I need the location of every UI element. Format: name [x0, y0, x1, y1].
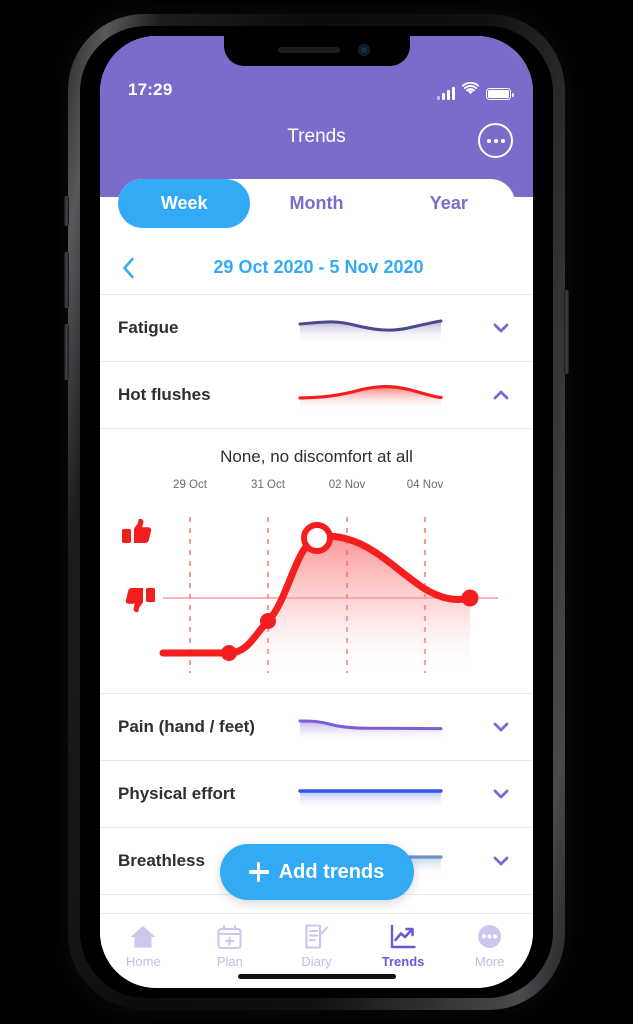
- volume-down-button[interactable]: [64, 324, 69, 380]
- more-options-icon[interactable]: [478, 123, 513, 158]
- power-button[interactable]: [564, 290, 569, 374]
- volume-up-button[interactable]: [64, 252, 69, 308]
- notch: [223, 36, 410, 66]
- chevron-down-icon[interactable]: [491, 784, 511, 804]
- diary-icon: [303, 923, 330, 950]
- chevron-down-icon[interactable]: [491, 717, 511, 737]
- trend-name: Physical effort: [118, 784, 236, 803]
- data-point: [221, 645, 237, 661]
- mute-switch[interactable]: [64, 196, 69, 226]
- trend-row-pain[interactable]: Pain (hand / feet): [100, 694, 533, 761]
- chevron-left-icon[interactable]: [100, 256, 156, 280]
- chevron-down-icon[interactable]: [491, 318, 511, 338]
- trends-icon: [389, 923, 417, 950]
- home-icon: [129, 923, 157, 950]
- sparkline-pain: [298, 710, 443, 744]
- page-title: Trends: [287, 126, 346, 147]
- earpiece-speaker: [277, 47, 340, 53]
- tab-label: Plan: [216, 954, 243, 969]
- x-tick-label: 31 Oct: [251, 479, 285, 491]
- status-bar-time: 17:29: [128, 80, 173, 99]
- chart-plot-area[interactable]: [100, 501, 533, 681]
- battery-icon: [486, 88, 514, 100]
- phone-screen: 17:29 Trends Week Month Year 29 Oct 2020…: [100, 36, 533, 988]
- date-navigation: 29 Oct 2020 - 5 Nov 2020: [100, 241, 533, 295]
- trend-row-physical-effort[interactable]: Physical effort: [100, 761, 533, 828]
- trend-row-fatigue[interactable]: Fatigue: [100, 295, 533, 362]
- app-header: 17:29 Trends: [100, 36, 533, 197]
- tab-trends[interactable]: Trends: [360, 923, 447, 969]
- x-tick-label: 04 Nov: [406, 479, 444, 491]
- sparkline-hot-flushes: [298, 378, 443, 412]
- dot: [486, 138, 491, 143]
- signal-bars-icon: [437, 87, 455, 100]
- tab-home[interactable]: Home: [100, 923, 187, 969]
- data-point: [260, 613, 276, 629]
- trends-list[interactable]: 29 Oct 2020 - 5 Nov 2020 Fatigue Hot flu…: [100, 241, 533, 913]
- chart-caption: None, no discomfort at all: [220, 447, 413, 466]
- add-trends-button[interactable]: Add trends: [219, 844, 414, 900]
- expanded-chart-hot-flushes: None, no discomfort at all 29 Oct 31 Oct…: [100, 429, 533, 694]
- tab-more[interactable]: More: [446, 923, 533, 969]
- front-camera-icon: [357, 44, 370, 56]
- period-segment-control[interactable]: Week Month Year: [118, 179, 515, 228]
- x-tick-label: 29 Oct: [173, 479, 207, 491]
- tab-label: Diary: [301, 954, 332, 969]
- wifi-icon: [461, 81, 480, 100]
- selected-data-point: [301, 522, 333, 554]
- tab-plan[interactable]: Plan: [187, 923, 274, 969]
- sparkline-fatigue: [298, 311, 443, 345]
- trend-name: Pain (hand / feet): [118, 717, 255, 736]
- x-tick-label: 02 Nov: [328, 479, 366, 491]
- segment-month[interactable]: Month: [250, 179, 382, 228]
- date-range-label[interactable]: 29 Oct 2020 - 5 Nov 2020: [156, 257, 481, 278]
- plus-icon: [248, 862, 269, 882]
- chart-x-axis-labels: 29 Oct 31 Oct 02 Nov 04 Nov: [100, 479, 533, 495]
- add-trends-label: Add trends: [278, 860, 385, 883]
- more-icon: [476, 923, 503, 950]
- segment-week[interactable]: Week: [118, 179, 251, 228]
- segment-year[interactable]: Year: [383, 179, 515, 228]
- dot: [493, 138, 498, 143]
- data-point: [461, 589, 479, 607]
- chevron-down-icon[interactable]: [491, 851, 511, 871]
- sparkline-physical-effort: [298, 777, 443, 811]
- tab-diary[interactable]: Diary: [273, 923, 360, 969]
- tab-label: Home: [125, 954, 161, 969]
- trend-name: Fatigue: [118, 318, 179, 337]
- dot: [500, 138, 505, 143]
- trend-name: Hot flushes: [118, 385, 211, 404]
- trend-row-hot-flushes[interactable]: Hot flushes: [100, 362, 533, 429]
- tab-label: Trends: [381, 954, 425, 969]
- chevron-up-icon[interactable]: [491, 385, 511, 405]
- tab-label: More: [474, 954, 505, 969]
- home-indicator[interactable]: [237, 974, 396, 979]
- status-bar-icons: [437, 81, 514, 100]
- plan-icon: [216, 923, 243, 950]
